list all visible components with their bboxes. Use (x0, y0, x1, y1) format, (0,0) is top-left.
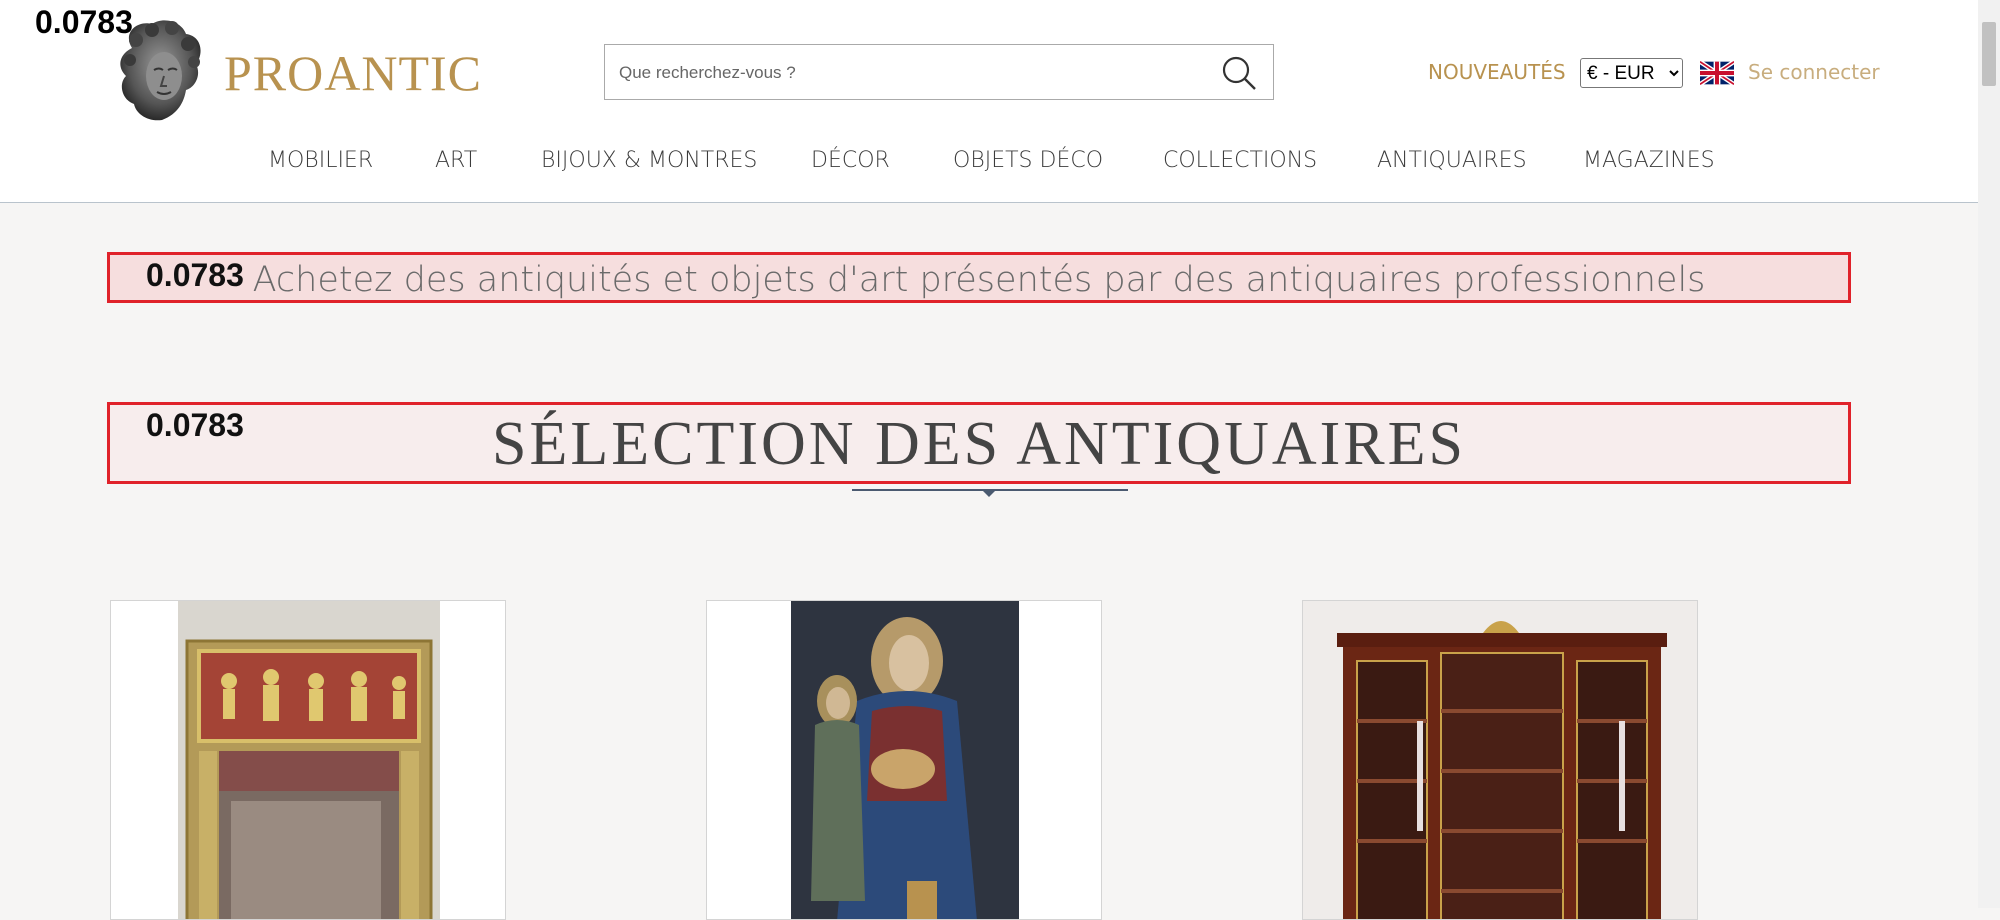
nouveautes-link[interactable]: NOUVEAUTÉS (1428, 60, 1566, 84)
nav-item-art[interactable]: ART (435, 148, 477, 173)
search-bar (604, 44, 1274, 100)
nav-item-collections[interactable]: COLLECTIONS (1163, 148, 1317, 173)
section-title: SÉLECTION DES ANTIQUAIRES (492, 410, 1466, 478)
currency-select[interactable]: € - EUR (1580, 58, 1683, 88)
nav-item-magazines[interactable]: MAGAZINES (1583, 148, 1715, 173)
page-scrollbar[interactable] (1978, 0, 2000, 908)
nav-item-antiquaires[interactable]: ANTIQUAIRES (1377, 148, 1527, 173)
nav-item-mobilier[interactable]: MOBILIER (268, 148, 373, 173)
title-underline-caret (982, 490, 996, 497)
search-input[interactable] (617, 57, 1201, 89)
product-card[interactable] (1302, 600, 1698, 920)
nav-item-objets-deco[interactable]: OBJETS DÉCO (953, 148, 1103, 173)
main-nav: MOBILIER ART BIJOUX & MONTRES DÉCOR OBJE… (0, 148, 1978, 188)
polychrome-sculpture-image (791, 601, 1019, 919)
scrollbar-thumb[interactable] (1982, 22, 1996, 86)
login-link[interactable]: Se connecter (1748, 60, 1880, 84)
trumeau-mirror-image (178, 601, 440, 919)
mahogany-bookcase-image (1303, 601, 1697, 919)
uk-flag-icon[interactable] (1700, 60, 1734, 86)
logo-text[interactable]: PROANTIC (224, 44, 482, 102)
overlay-score-label: 0.0783 (35, 4, 133, 40)
selection-heading-box: 0.0783 SÉLECTION DES ANTIQUAIRES (107, 402, 1851, 484)
nav-item-bijoux-montres[interactable]: BIJOUX & MONTRES (541, 148, 757, 173)
site-header: PROANTIC NOUVEAUTÉS € - EUR Se connecter… (0, 0, 1978, 203)
tagline-banner: 0.0783 Achetez des antiquités et objets … (107, 252, 1851, 303)
nav-item-decor[interactable]: DÉCOR (811, 148, 890, 173)
search-icon[interactable] (1219, 53, 1259, 93)
tagline-text: Achetez des antiquités et objets d'art p… (252, 260, 1706, 300)
product-card[interactable] (706, 600, 1102, 920)
product-card[interactable] (110, 600, 506, 920)
